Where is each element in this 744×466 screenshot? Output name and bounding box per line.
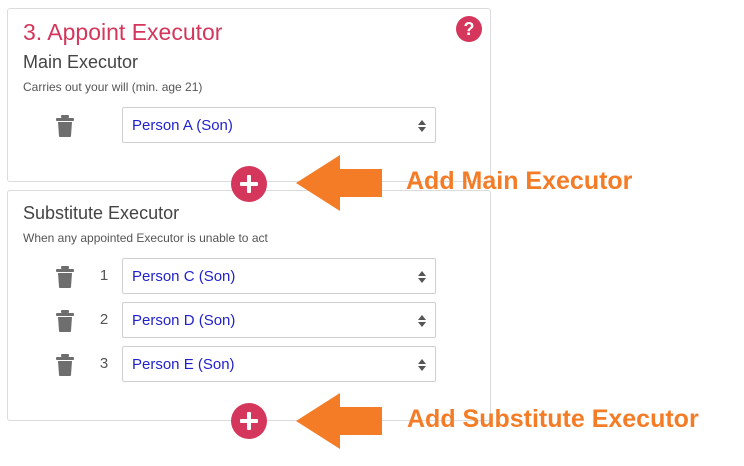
left-arrow-icon	[296, 155, 382, 211]
sort-caret-icon	[418, 271, 426, 283]
substitute-executor-hint: When any appointed Executor is unable to…	[23, 231, 268, 245]
row-number: 3	[99, 355, 109, 372]
substitute-executor-row-1: 1 Person C (Son)	[8, 258, 492, 296]
select-value: Person A (Son)	[132, 117, 233, 134]
sort-caret-icon	[418, 359, 426, 371]
substitute-executor-card: Substitute Executor When any appointed E…	[7, 190, 491, 421]
left-arrow-icon	[296, 393, 382, 449]
add-main-executor-callout: Add Main Executor	[406, 167, 633, 195]
main-executor-heading: Main Executor	[23, 52, 139, 72]
main-executor-hint: Carries out your will (min. age 21)	[23, 80, 203, 94]
sort-caret-icon	[418, 315, 426, 327]
main-executor-card: 3. Appoint Executor ? Main Executor Carr…	[7, 8, 491, 182]
substitute-executor-row-3: 3 Person E (Son)	[8, 346, 492, 384]
select-value: Person C (Son)	[132, 268, 236, 285]
main-executor-row: Person A (Son)	[8, 107, 492, 145]
plus-icon	[240, 175, 258, 193]
trash-icon[interactable]	[56, 266, 74, 288]
substitute-executor-heading: Substitute Executor	[23, 203, 180, 223]
row-number: 2	[99, 311, 109, 328]
select-value: Person D (Son)	[132, 312, 236, 329]
select-value: Person E (Son)	[132, 356, 235, 373]
trash-icon[interactable]	[56, 310, 74, 332]
row-number: 1	[99, 267, 109, 284]
substitute-executor-row-2: 2 Person D (Son)	[8, 302, 492, 340]
section-title: 3. Appoint Executor	[23, 19, 223, 45]
sort-caret-icon	[418, 120, 426, 132]
add-substitute-executor-button[interactable]	[231, 403, 267, 439]
substitute-executor-select-3[interactable]: Person E (Son)	[122, 346, 436, 382]
add-main-executor-button[interactable]	[231, 166, 267, 202]
add-substitute-executor-callout: Add Substitute Executor	[407, 405, 699, 433]
substitute-executor-select-2[interactable]: Person D (Son)	[122, 302, 436, 338]
trash-icon[interactable]	[56, 354, 74, 376]
trash-icon[interactable]	[56, 115, 74, 137]
help-question-icon[interactable]: ?	[456, 16, 482, 42]
main-executor-select[interactable]: Person A (Son)	[122, 107, 436, 143]
substitute-executor-select-1[interactable]: Person C (Son)	[122, 258, 436, 294]
plus-icon	[240, 412, 258, 430]
